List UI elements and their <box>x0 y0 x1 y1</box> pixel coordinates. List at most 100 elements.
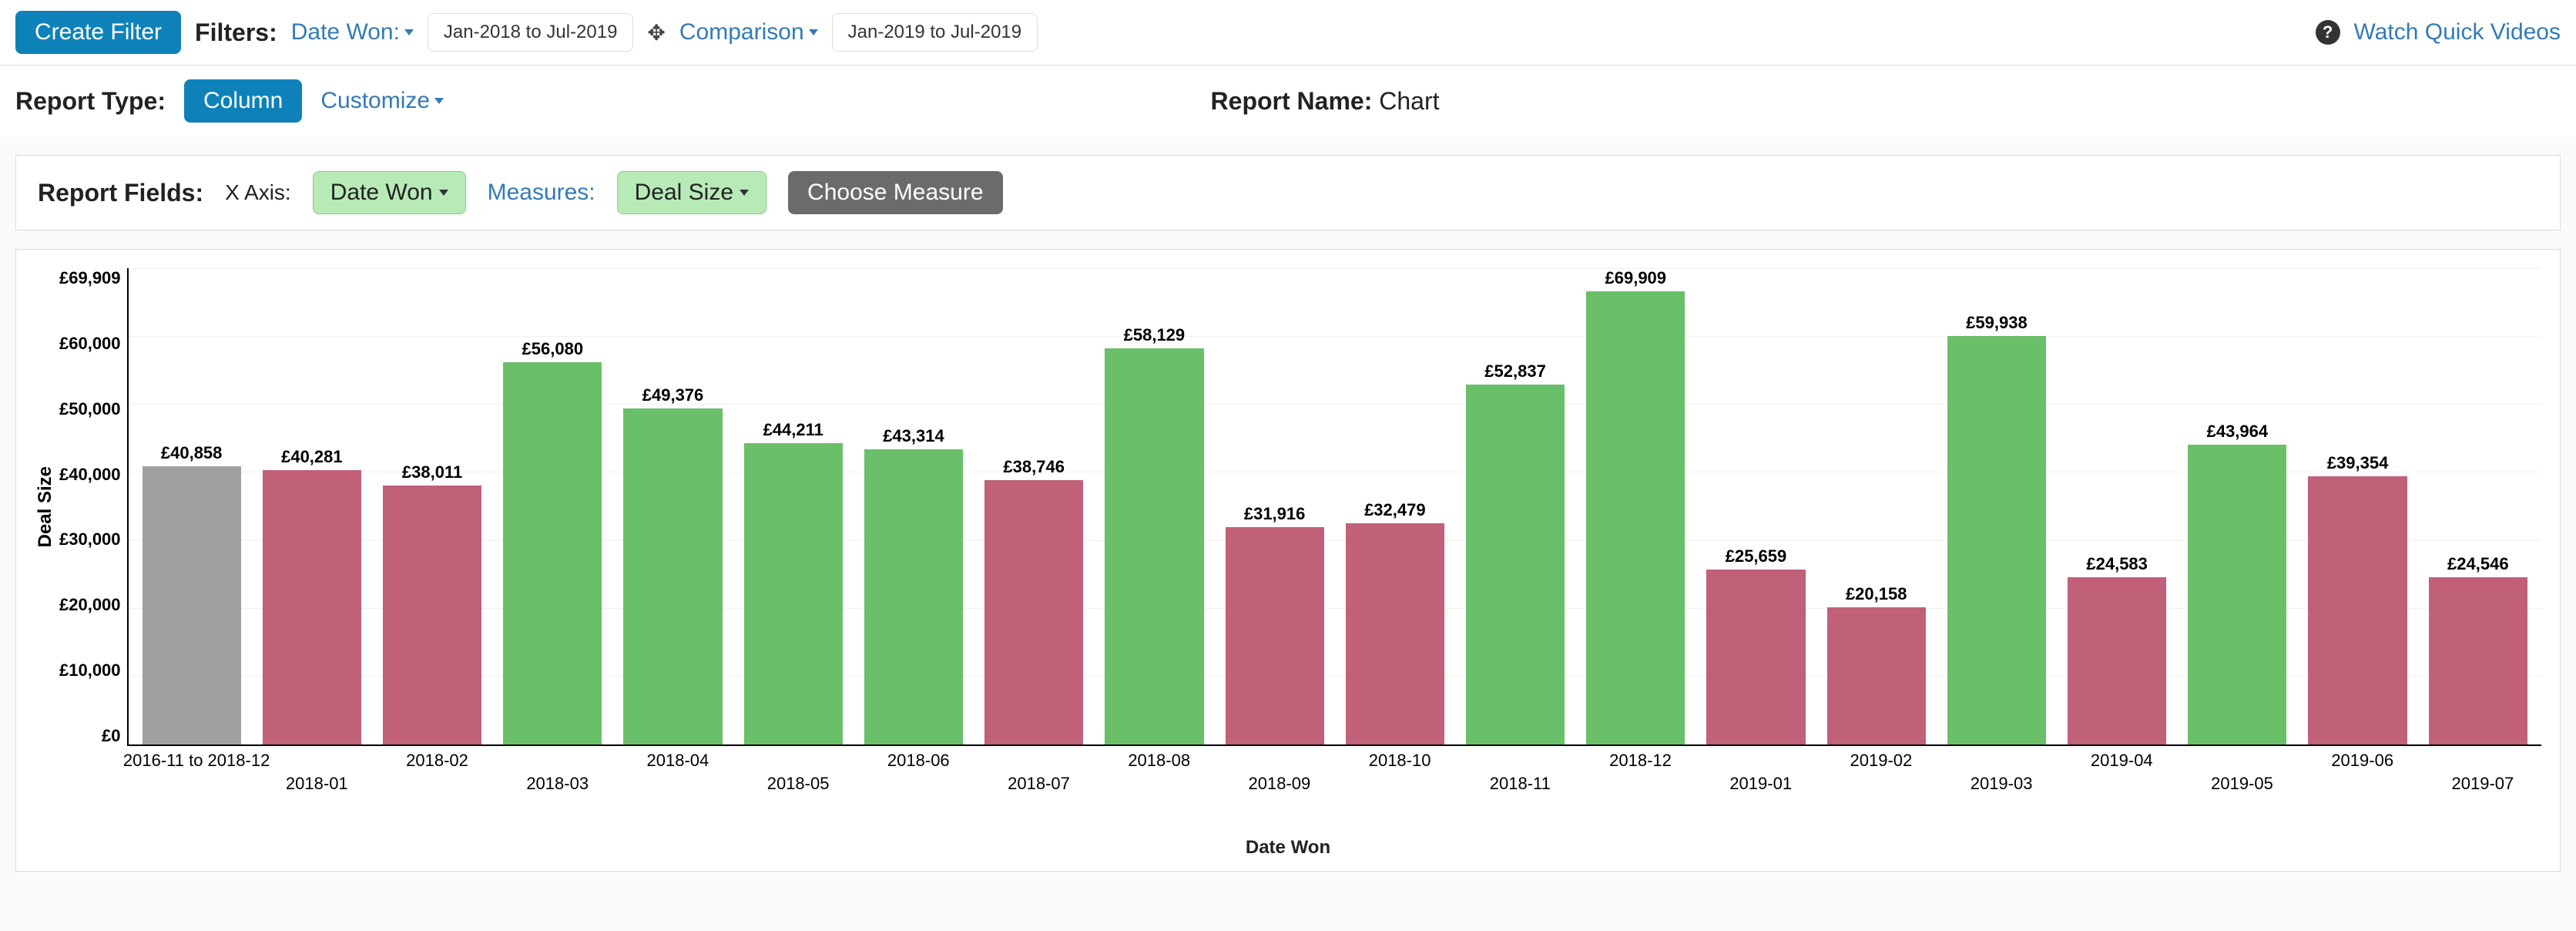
caret-down-icon <box>439 190 448 196</box>
bar-value-label: £38,011 <box>402 462 462 482</box>
bar-column[interactable]: £58,129 <box>1105 268 1203 744</box>
bar-value-label: £25,659 <box>1726 546 1787 566</box>
bar-value-label: £44,211 <box>763 420 823 440</box>
bar-column[interactable]: £39,354 <box>2308 268 2407 744</box>
bar-value-label: £39,354 <box>2327 453 2389 473</box>
x-tick: 2019-07 <box>2452 774 2514 794</box>
x-tick: 2018-10 <box>1369 751 1431 771</box>
bar-column[interactable]: £25,659 <box>1706 268 1805 744</box>
x-tick: 2018-04 <box>647 751 709 771</box>
bar[interactable] <box>2068 577 2166 744</box>
bar[interactable] <box>623 408 722 744</box>
y-tick: £69,909 <box>59 268 121 288</box>
bar-value-label: £52,837 <box>1484 361 1546 381</box>
bar[interactable] <box>1466 385 1565 744</box>
measures-label: Measures: <box>488 180 595 206</box>
measure-field-dropdown[interactable]: Deal Size <box>617 171 766 214</box>
bar-value-label: £40,281 <box>281 447 343 467</box>
x-tick: 2018-05 <box>767 774 830 794</box>
filters-label: Filters: <box>195 18 277 47</box>
choose-measure-button[interactable]: Choose Measure <box>788 171 1002 214</box>
bar[interactable] <box>864 449 963 744</box>
filter-date-won-range[interactable]: Jan-2018 to Jul-2019 <box>428 13 634 52</box>
bar[interactable] <box>2429 577 2527 744</box>
bar-column[interactable]: £24,546 <box>2429 268 2527 744</box>
caret-down-icon <box>404 29 414 35</box>
bar-value-label: £49,376 <box>642 385 704 405</box>
comparison-text: Comparison <box>679 19 804 45</box>
bar-column[interactable]: £40,281 <box>263 268 361 744</box>
x-tick: 2016-11 to 2018-12 <box>123 751 270 771</box>
x-axis-label: Date Won <box>35 837 2541 859</box>
bar[interactable] <box>503 362 602 744</box>
filter-date-won-link[interactable]: Date Won: <box>291 19 414 45</box>
x-tick: 2019-05 <box>2211 774 2273 794</box>
y-axis-ticks: £69,909£60,000£50,000£40,000£30,000£20,0… <box>59 268 127 746</box>
bar-column[interactable]: £59,938 <box>1947 268 2046 744</box>
bar-column[interactable]: £20,158 <box>1827 268 1926 744</box>
y-axis-label: Deal Size <box>35 466 56 547</box>
x-tick: 2018-07 <box>1008 774 1070 794</box>
bar-value-label: £32,479 <box>1364 500 1426 520</box>
bar[interactable] <box>1827 607 1926 744</box>
bar-value-label: £24,546 <box>2447 554 2509 574</box>
bar[interactable] <box>1226 527 1324 744</box>
bar-value-label: £38,746 <box>1003 457 1065 477</box>
bar[interactable] <box>1947 336 2046 744</box>
caret-down-icon <box>740 190 749 196</box>
bar-value-label: £24,583 <box>2086 554 2148 574</box>
bar-column[interactable]: £52,837 <box>1466 268 1565 744</box>
bar-column[interactable]: £24,583 <box>2068 268 2166 744</box>
bar-column[interactable]: £38,011 <box>383 268 481 744</box>
report-type-row: Report Type: Column Customize Report Nam… <box>0 65 2576 136</box>
bar-column[interactable]: £43,314 <box>864 268 963 744</box>
bar-value-label: £59,938 <box>1966 313 2028 333</box>
bar-column[interactable]: £31,916 <box>1226 268 1324 744</box>
report-type-column-button[interactable]: Column <box>184 79 302 123</box>
bar-column[interactable]: £38,746 <box>984 268 1083 744</box>
bar[interactable] <box>984 480 1083 744</box>
bar[interactable] <box>1586 291 1685 744</box>
x-tick: 2018-08 <box>1128 751 1190 771</box>
x-tick: 2019-02 <box>1850 751 1913 771</box>
x-tick: 2018-03 <box>526 774 589 794</box>
bar[interactable] <box>1346 523 1444 744</box>
bar[interactable] <box>1706 570 1805 744</box>
bar-column[interactable]: £43,964 <box>2188 268 2286 744</box>
bar[interactable] <box>744 443 843 744</box>
comparison-range[interactable]: Jan-2019 to Jul-2019 <box>832 13 1038 52</box>
bar-column[interactable]: £56,080 <box>503 268 602 744</box>
bar-column[interactable]: £32,479 <box>1346 268 1444 744</box>
bar-column[interactable]: £69,909 <box>1586 268 1685 744</box>
measure-field-value: Deal Size <box>635 180 733 206</box>
x-tick: 2019-01 <box>1729 774 1792 794</box>
bar-column[interactable]: £44,211 <box>744 268 843 744</box>
bar-column[interactable]: £49,376 <box>623 268 722 744</box>
y-tick: £30,000 <box>59 529 121 550</box>
x-tick: 2019-04 <box>2091 751 2153 771</box>
report-name-label: Report Name: <box>1211 87 1373 115</box>
report-name-value: Chart <box>1379 87 1439 115</box>
x-tick: 2018-06 <box>887 751 950 771</box>
help-icon[interactable]: ? <box>2316 20 2340 45</box>
bar[interactable] <box>2308 476 2407 744</box>
report-type-label: Report Type: <box>15 87 166 116</box>
customize-text: Customize <box>320 88 430 114</box>
move-icon[interactable]: ✥ <box>647 20 665 45</box>
bar-column[interactable]: £40,858 <box>143 268 241 744</box>
xaxis-field-dropdown[interactable]: Date Won <box>313 171 466 214</box>
bar-value-label: £31,916 <box>1244 504 1306 524</box>
x-tick: 2019-06 <box>2331 751 2393 771</box>
report-fields-label: Report Fields: <box>38 179 203 207</box>
create-filter-button[interactable]: Create Filter <box>15 11 181 54</box>
bar[interactable] <box>383 486 481 744</box>
bar[interactable] <box>1105 348 1203 744</box>
bar[interactable] <box>143 466 241 744</box>
x-axis-ticks: 2016-11 to 2018-122018-012018-022018-032… <box>133 746 2541 800</box>
y-tick: £60,000 <box>59 334 121 354</box>
bar[interactable] <box>263 470 361 744</box>
customize-link[interactable]: Customize <box>320 88 444 114</box>
comparison-link[interactable]: Comparison <box>679 19 818 45</box>
watch-videos-link[interactable]: Watch Quick Videos <box>2354 19 2561 45</box>
bar[interactable] <box>2188 445 2286 744</box>
